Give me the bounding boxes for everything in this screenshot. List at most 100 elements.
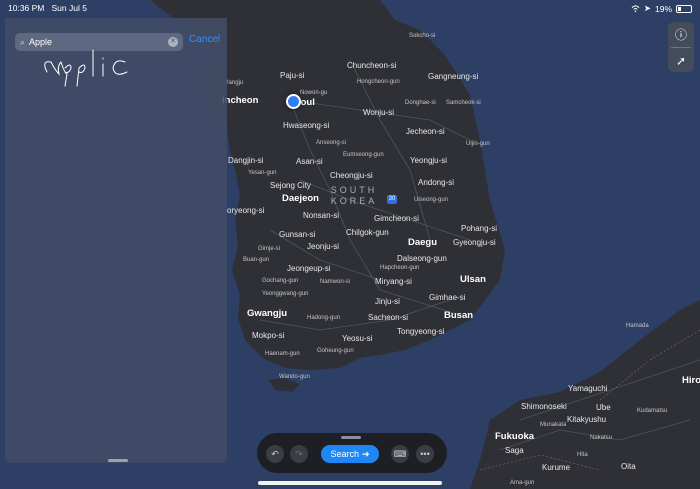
cancel-button[interactable]: Cancel <box>189 34 220 45</box>
map-label: Gochang-gun <box>262 278 299 284</box>
map-label: Mokpo-si <box>252 331 285 340</box>
map-label-city: Fukuoka <box>495 431 535 442</box>
map-label: Gimhae-si <box>429 293 466 302</box>
map-label-city: Daejeon <box>282 193 319 204</box>
map-label: Namwon-si <box>320 279 351 285</box>
map-label: Nowon-gu <box>300 90 328 96</box>
map-controls: ⓘ ➚ <box>668 22 694 72</box>
location-status-icon: ➤ <box>643 3 651 13</box>
current-location-button[interactable]: ➚ <box>668 48 694 73</box>
map-label: Donghae-si <box>405 100 436 106</box>
battery-percent: 19% <box>654 3 672 14</box>
map-label: Yamaguchi <box>568 384 608 393</box>
home-indicator[interactable] <box>258 481 442 485</box>
map-label: Kurume <box>542 463 571 472</box>
map-label: Jeonju-si <box>307 242 340 251</box>
info-icon: ⓘ <box>674 28 687 42</box>
map-label-city: Busan <box>444 310 474 321</box>
map-label: Miryang-si <box>375 277 412 286</box>
map-label: Hongcheon-gun <box>357 79 400 85</box>
search-button[interactable]: Search ➔ <box>321 445 379 463</box>
undo-icon: ↶ <box>271 448 279 459</box>
info-button[interactable]: ⓘ <box>668 22 694 47</box>
map-label: Gimcheon-si <box>374 214 419 223</box>
arrow-right-circle-icon: ➔ <box>361 448 370 459</box>
search-panel: ⌕ Apple ✕ Cancel <box>5 18 227 463</box>
map-label: Andong-si <box>418 178 455 187</box>
map-label-city: Daegu <box>408 237 438 248</box>
map-label: Kudamatsu <box>637 408 668 414</box>
map-label: Gangneung-si <box>428 72 479 81</box>
wifi-icon <box>631 4 640 14</box>
map-label: Hita <box>577 452 588 458</box>
battery-icon <box>676 4 692 13</box>
map-label: Eumseong-gun <box>343 152 384 158</box>
map-label: Sokcho-si <box>409 33 436 39</box>
status-time: 10:36 PM Sun Jul 5 <box>8 3 87 13</box>
map-label: Oita <box>621 462 636 471</box>
current-location-dot[interactable] <box>286 94 301 109</box>
map-label: Kitakyushu <box>567 415 607 424</box>
map-label: Jeongeup-si <box>287 264 331 273</box>
map-label: Jecheon-si <box>406 127 445 136</box>
scribble-toolbar: ↶ ↷ Search ➔ ⌨ ••• <box>257 433 447 473</box>
map-label: Nakatsu <box>590 435 613 441</box>
map-label: Asan-si <box>296 157 323 166</box>
location-arrow-icon: ➚ <box>675 53 687 68</box>
status-bar: 10:36 PM Sun Jul 5 ➤ 19% <box>0 0 700 14</box>
handwriting-strokes <box>44 49 128 87</box>
keyboard-icon: ⌨ <box>393 448 407 459</box>
map-label: Yeosu-si <box>342 334 373 343</box>
more-icon: ••• <box>420 449 430 459</box>
map-label: Yangju <box>225 80 244 86</box>
keyboard-button[interactable]: ⌨ <box>391 445 409 463</box>
map-label: Tongyeong-si <box>397 327 445 336</box>
map-label: Shimonoseki <box>521 402 567 411</box>
map-label: Paju-si <box>280 71 305 80</box>
map-label: Samcheok-si <box>446 100 481 106</box>
map-label: Sacheon-si <box>368 313 409 322</box>
map-label: Hadong-gun <box>307 315 341 321</box>
map-label: Ube <box>596 403 611 412</box>
map-label: Ama-gun <box>510 480 535 486</box>
map-label: Uiseong-gun <box>414 197 449 203</box>
map-label: Munakata <box>540 422 567 428</box>
map-label: Yeonggwang-gun <box>262 291 309 297</box>
map-label: Cheongju-si <box>330 171 373 180</box>
map-label: Jinju-si <box>375 297 400 306</box>
map-label-city: Ulsan <box>460 274 486 285</box>
map-label: Haenam-gun <box>265 351 300 357</box>
route-shield: 30 <box>387 195 397 204</box>
map-label: Wando-gun <box>279 374 310 380</box>
map-label: Sejong City <box>270 181 311 190</box>
map-label: oryeong-si <box>227 206 265 215</box>
map-label: Chuncheon-si <box>347 61 397 70</box>
search-button-label: Search <box>330 449 359 459</box>
map-label: Goheung-gun <box>317 348 354 354</box>
clear-search-icon[interactable]: ✕ <box>168 37 178 47</box>
map-label: Dalseong-gun <box>397 254 447 263</box>
map-label: Yeongju-si <box>410 156 448 165</box>
map-label: Gyeongju-si <box>453 238 496 247</box>
map-label: Wonju-si <box>363 108 394 117</box>
map-label: Anseong-si <box>316 140 347 146</box>
map-label: Nonsan-si <box>303 211 340 220</box>
map-label: Gimje-si <box>258 246 280 252</box>
panel-grabber[interactable] <box>108 459 128 462</box>
map-label: Dangjin-si <box>228 156 264 165</box>
map-label: Hwaseong-si <box>283 121 330 130</box>
map-label-country: SOUTH KOREA <box>330 185 378 206</box>
redo-button[interactable]: ↷ <box>290 445 308 463</box>
map-label: Uljin-gun <box>466 141 490 147</box>
toolbar-grabber[interactable] <box>341 436 361 439</box>
map-label: Hapcheon-gun <box>380 265 420 271</box>
undo-button[interactable]: ↶ <box>266 445 284 463</box>
map-label: Chilgok-gun <box>346 228 389 237</box>
map-label: Saga <box>505 446 524 455</box>
map-label: Buan-gun <box>243 257 270 263</box>
map-label: Gunsan-si <box>279 230 316 239</box>
map-label-city: Incheon <box>222 95 259 106</box>
more-button[interactable]: ••• <box>416 445 434 463</box>
search-icon: ⌕ <box>20 36 26 47</box>
map-label: Yesan-gun <box>248 170 277 176</box>
